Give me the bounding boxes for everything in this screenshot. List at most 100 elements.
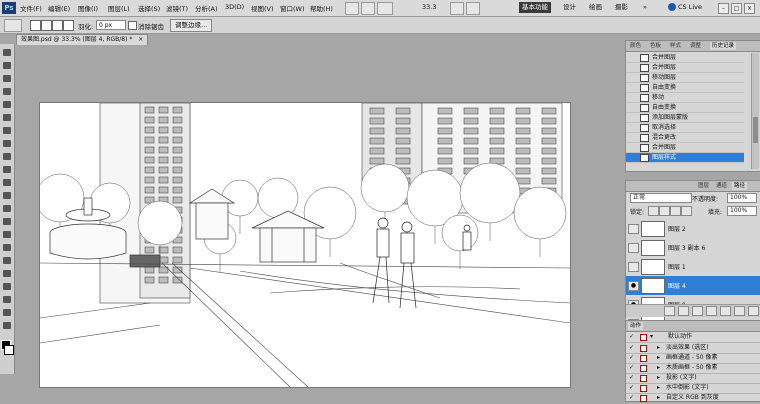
zoom-tool-icon[interactable]	[2, 321, 12, 330]
cs-live-button[interactable]: CS Live	[668, 2, 702, 13]
expand-action-icon[interactable]: ▸	[657, 383, 660, 393]
workspace-painting[interactable]: 绘画	[586, 2, 605, 13]
workspace-design[interactable]: 设计	[560, 2, 579, 13]
new-layer-icon[interactable]	[734, 306, 745, 316]
restore-icon[interactable]: □	[731, 3, 742, 14]
layer-row[interactable]: ● 图层 4	[626, 276, 760, 296]
menu-3d[interactable]: 3D(D)	[225, 3, 244, 11]
eyedropper-tool-icon[interactable]	[2, 113, 12, 122]
layer-mask-icon[interactable]	[692, 306, 703, 316]
dodge-tool-icon[interactable]	[2, 217, 12, 226]
action-check-icon[interactable]: ✓	[629, 355, 635, 361]
lock-transparent-icon[interactable]	[648, 206, 659, 216]
menu-edit[interactable]: 编辑(E)	[48, 3, 70, 13]
history-scroll-thumb[interactable]	[753, 117, 758, 143]
menu-view[interactable]: 视图(V)	[251, 3, 274, 13]
action-check-icon[interactable]: ✓	[629, 375, 635, 381]
action-dialog-icon[interactable]	[640, 334, 647, 341]
feather-input[interactable]	[96, 20, 126, 30]
expand-action-icon[interactable]: ▸	[657, 373, 660, 383]
lasso-tool-icon[interactable]	[2, 74, 12, 83]
screen-mode-button[interactable]	[466, 2, 480, 15]
lock-image-icon[interactable]	[659, 206, 670, 216]
expand-action-icon[interactable]: ▸	[657, 353, 660, 363]
minibridge-button[interactable]	[361, 2, 375, 15]
close-document-icon[interactable]: ×	[138, 36, 143, 43]
expand-action-icon[interactable]: ▸	[657, 393, 660, 403]
menu-image[interactable]: 图像(I)	[78, 3, 98, 13]
tool-preset-picker[interactable]	[4, 19, 22, 32]
history-item[interactable]: 取消选择	[626, 123, 744, 133]
history-item[interactable]: 移动图层	[626, 73, 744, 83]
expand-action-icon[interactable]: ▸	[657, 343, 660, 353]
adjustment-layer-icon[interactable]	[706, 306, 717, 316]
shape-tool-icon[interactable]	[2, 269, 12, 278]
action-dialog-icon[interactable]	[640, 355, 647, 362]
new-group-icon[interactable]	[720, 306, 731, 316]
minimize-icon[interactable]: –	[718, 3, 729, 14]
antialias-checkbox[interactable]	[128, 21, 137, 30]
lock-all-icon[interactable]	[681, 206, 692, 216]
eye-icon[interactable]: ●	[628, 281, 639, 291]
action-check-icon[interactable]: ✓	[629, 345, 635, 351]
pen-tool-icon[interactable]	[2, 230, 12, 239]
3d-camera-tool-icon[interactable]	[2, 295, 12, 304]
move-tool-icon[interactable]	[2, 48, 12, 57]
layer-row[interactable]: 图层 2	[626, 219, 760, 239]
action-dialog-icon[interactable]	[640, 365, 647, 372]
eye-hidden-icon[interactable]	[628, 224, 639, 234]
action-check-icon[interactable]: ✓	[629, 385, 635, 391]
history-item[interactable]: 合并图层	[626, 53, 744, 63]
history-item[interactable]: 移动	[626, 93, 744, 103]
tab-color[interactable]: 颜色	[628, 42, 643, 50]
expand-action-icon[interactable]: ▸	[657, 363, 660, 373]
view-extras-button[interactable]	[377, 2, 393, 15]
action-item[interactable]: ✓ ▸ 自定义 RGB 到灰度	[626, 393, 760, 404]
menu-help[interactable]: 帮助(H)	[310, 3, 333, 13]
path-select-tool-icon[interactable]	[2, 256, 12, 265]
arrange-documents-button[interactable]	[450, 2, 464, 15]
blend-mode-select[interactable]: 正常	[630, 193, 692, 203]
expand-set-icon[interactable]: ▾	[650, 332, 653, 342]
new-selection-icon[interactable]	[30, 20, 41, 31]
blur-tool-icon[interactable]	[2, 204, 12, 213]
layer-row[interactable]: 图层 1	[626, 257, 760, 277]
workspace-more-icon[interactable]: »	[640, 2, 650, 13]
tab-layers-text[interactable]: 图层	[696, 182, 711, 190]
brush-tool-icon[interactable]	[2, 139, 12, 148]
action-check-icon[interactable]: ✓	[629, 334, 635, 340]
menu-window[interactable]: 窗口(W)	[280, 3, 305, 13]
layer-row[interactable]: 图层 3 副本 6	[626, 238, 760, 258]
action-dialog-icon[interactable]	[640, 345, 647, 352]
history-item[interactable]: 混合更改	[626, 133, 744, 143]
fill-input[interactable]: 100%	[727, 206, 757, 216]
eye-hidden-icon[interactable]	[628, 262, 639, 272]
link-layers-icon[interactable]	[664, 306, 675, 316]
tab-styles[interactable]: 样式	[668, 42, 683, 50]
quick-select-tool-icon[interactable]	[2, 87, 12, 96]
background-color-swatch[interactable]	[4, 345, 14, 355]
action-dialog-icon[interactable]	[640, 385, 647, 392]
document-tab[interactable]: 效果图.psd @ 33.3% (图层 4, RGB/8) * ×	[16, 34, 149, 45]
history-scrollbar[interactable]	[751, 53, 759, 169]
tab-actions[interactable]: 动作	[628, 322, 644, 330]
action-set-row[interactable]: ✓ ▾ 默认动作	[626, 332, 760, 343]
zoom-level[interactable]: 33.3	[422, 3, 436, 11]
eye-hidden-icon[interactable]	[628, 243, 639, 253]
delete-layer-icon[interactable]	[748, 306, 759, 316]
hand-tool-icon[interactable]	[2, 308, 12, 317]
action-check-icon[interactable]: ✓	[629, 365, 635, 371]
clone-stamp-tool-icon[interactable]	[2, 152, 12, 161]
tab-paths[interactable]: 路径	[732, 182, 748, 190]
healing-tool-icon[interactable]	[2, 126, 12, 135]
history-brush-tool-icon[interactable]	[2, 165, 12, 174]
tab-swatches[interactable]: 色板	[648, 42, 663, 50]
history-item[interactable]: 合并图层	[626, 143, 744, 153]
bridge-button[interactable]	[345, 2, 359, 15]
lock-position-icon[interactable]	[670, 206, 681, 216]
opacity-input[interactable]: 100%	[727, 193, 757, 203]
history-item[interactable]: 图层样式	[626, 153, 744, 163]
layer-style-icon[interactable]	[678, 306, 689, 316]
tab-history[interactable]: 历史记录	[710, 42, 737, 50]
3d-rotate-tool-icon[interactable]	[2, 282, 12, 291]
